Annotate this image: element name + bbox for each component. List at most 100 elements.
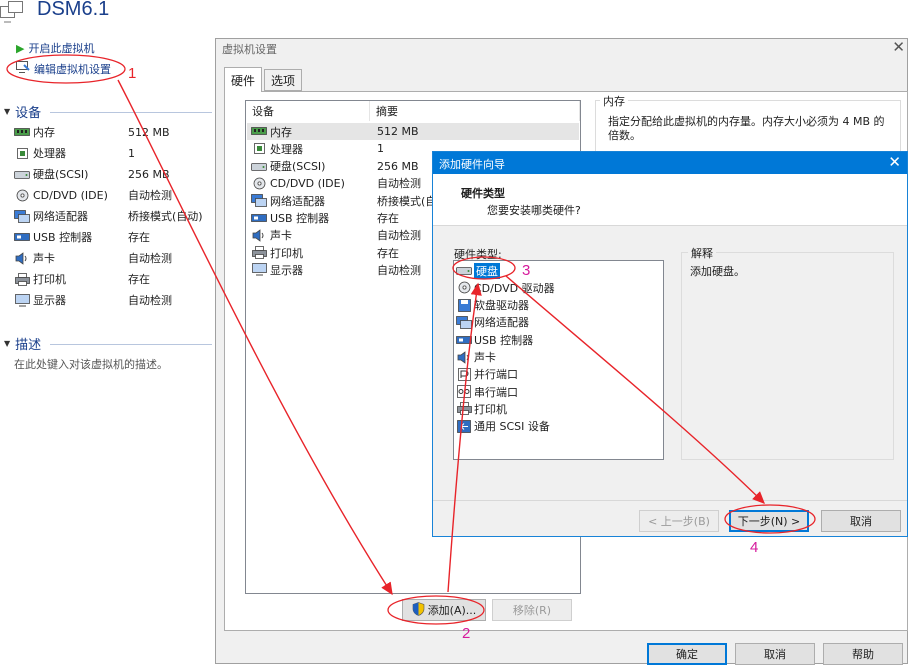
hardware-type-label: 打印机 (474, 402, 507, 416)
device-value: 存在 (128, 231, 150, 244)
tab-hardware[interactable]: 硬件 (224, 67, 263, 92)
hardware-type-item[interactable]: CD/DVD 驱动器 (456, 279, 555, 296)
hardware-name: CD/DVD (IDE) (270, 176, 345, 190)
network-icon (14, 209, 30, 223)
hardware-summary: 512 MB (377, 125, 419, 138)
hardware-summary: 1 (377, 142, 384, 156)
network-icon (251, 194, 267, 208)
hardware-type-label: 软盘驱动器 (474, 299, 529, 313)
description-section-title: 描述 (15, 337, 42, 353)
play-icon: ▶ (16, 41, 25, 55)
memory-description: 指定分配给此虚拟机的内存量。内存大小必须为 4 MB 的倍数。 (608, 115, 885, 142)
hardware-summary: 自动检测 (377, 229, 421, 243)
device-item[interactable]: 打印机 存在 (14, 269, 214, 289)
hardware-row[interactable]: 内存 512 MB (247, 123, 579, 140)
wizard-titlebar[interactable]: 添加硬件向导 ✕ (433, 152, 907, 174)
device-value: 512 MB (128, 125, 170, 139)
device-item[interactable]: 网络适配器 桥接模式(自动) (14, 206, 214, 226)
device-name: USB 控制器 (33, 231, 93, 244)
collapse-icon: ▼ (4, 338, 11, 348)
wizard-cancel-button[interactable]: 取消 (821, 510, 901, 532)
hardware-type-list[interactable]: 硬盘 CD/DVD 驱动器 软盘驱动器网络适配器 USB 控制器 声卡并行端口 串行端口打… (453, 260, 664, 460)
help-button[interactable]: 帮助 (823, 643, 903, 665)
serial-port-icon (456, 385, 472, 398)
hardware-type-label: USB 控制器 (474, 333, 534, 347)
display-icon (251, 263, 267, 276)
add-hardware-button[interactable]: 添加(A)... (402, 599, 486, 621)
hardware-type-label: 网络适配器 (474, 316, 529, 330)
wizard-heading: 硬件类型 (461, 187, 505, 200)
hardware-name: 硬盘(SCSI) (270, 160, 326, 174)
hardware-summary: 存在 (377, 246, 399, 260)
device-item[interactable]: 声卡 自动检测 (14, 248, 214, 268)
wizard-subheading: 您要安装哪类硬件? (487, 204, 581, 217)
explanation-title: 解释 (688, 245, 716, 261)
hardware-type-item[interactable]: USB 控制器 (456, 331, 533, 348)
hardware-name: 内存 (270, 125, 292, 139)
ok-button[interactable]: 确定 (647, 643, 727, 665)
device-value: 自动检测 (128, 252, 172, 265)
memory-icon (251, 125, 267, 138)
usb-icon (14, 230, 30, 244)
device-item[interactable]: 硬盘(SCSI) 256 MB (14, 164, 214, 184)
column-header-device[interactable]: 设备 (246, 101, 370, 121)
device-name: 打印机 (33, 273, 66, 286)
hardware-type-label: CD/DVD 驱动器 (474, 281, 555, 295)
sound-icon (14, 251, 30, 265)
edit-settings-link[interactable]: 编辑虚拟机设置 (16, 60, 111, 78)
hardware-name: 显示器 (270, 263, 303, 277)
close-icon[interactable]: ✕ (888, 153, 901, 171)
collapse-icon: ▼ (4, 106, 11, 116)
sound-icon (456, 350, 472, 364)
section-divider (50, 344, 212, 345)
hardware-name: USB 控制器 (270, 212, 330, 225)
device-item[interactable]: 处理器 1 (14, 143, 214, 163)
cpu-icon (251, 142, 267, 155)
device-item[interactable]: 内存 512 MB (14, 122, 214, 142)
power-on-link[interactable]: ▶ 开启此虚拟机 (16, 39, 94, 57)
section-divider (50, 112, 212, 113)
device-name: 显示器 (33, 294, 66, 307)
hardware-name: 声卡 (270, 229, 292, 243)
device-name: 处理器 (33, 147, 66, 160)
device-item[interactable]: 显示器 自动检测 (14, 290, 214, 310)
hardware-type-item[interactable]: 通用 SCSI 设备 (456, 418, 550, 435)
description-placeholder[interactable]: 在此处键入对该虚拟机的描述。 (14, 356, 168, 372)
device-name: 硬盘(SCSI) (33, 168, 89, 181)
hardware-type-item[interactable]: 声卡 (456, 349, 496, 366)
device-value: 自动检测 (128, 294, 172, 307)
device-item[interactable]: CD/DVD (IDE) 自动检测 (14, 185, 214, 205)
description-section-header[interactable]: ▼ 描述 (4, 334, 42, 353)
tab-options[interactable]: 选项 (264, 69, 303, 91)
hardware-type-label: 声卡 (474, 351, 496, 364)
hardware-type-item[interactable]: 软盘驱动器 (456, 297, 529, 314)
wizard-title: 添加硬件向导 (439, 158, 505, 171)
next-button[interactable]: 下一步(N) > (729, 510, 809, 532)
remove-button[interactable]: 移除(R) (492, 599, 572, 621)
edit-settings-icon (16, 61, 30, 77)
hardware-name: 网络适配器 (270, 194, 325, 208)
hardware-type-item[interactable]: 打印机 (456, 400, 507, 417)
column-header-summary[interactable]: 摘要 (370, 101, 580, 121)
vm-icon (0, 0, 26, 24)
device-item[interactable]: USB 控制器 存在 (14, 227, 214, 247)
edit-settings-label: 编辑虚拟机设置 (34, 63, 111, 76)
hardware-type-item[interactable]: 网络适配器 (456, 314, 529, 331)
hardware-summary: 存在 (377, 212, 399, 225)
wizard-header: 硬件类型 您要安装哪类硬件? (433, 174, 907, 226)
device-value: 存在 (128, 273, 150, 286)
cdrom-icon (456, 281, 472, 294)
annotation-number-1: 1 (128, 65, 137, 82)
hardware-type-item[interactable]: 并行端口 (456, 366, 518, 383)
hardware-type-item[interactable]: 串行端口 (456, 383, 518, 400)
cancel-button[interactable]: 取消 (735, 643, 815, 665)
parallel-port-icon (456, 367, 472, 381)
hdd-icon (456, 264, 472, 277)
dialog-title: 虚拟机设置 (222, 43, 277, 56)
hardware-type-item[interactable]: 硬盘 (456, 262, 500, 279)
device-value: 256 MB (128, 167, 170, 181)
back-button[interactable]: < 上一步(B) (639, 510, 719, 532)
devices-section-header[interactable]: ▼ 设备 (4, 102, 41, 121)
hdd-icon (14, 167, 30, 181)
close-icon[interactable]: ✕ (892, 38, 905, 56)
